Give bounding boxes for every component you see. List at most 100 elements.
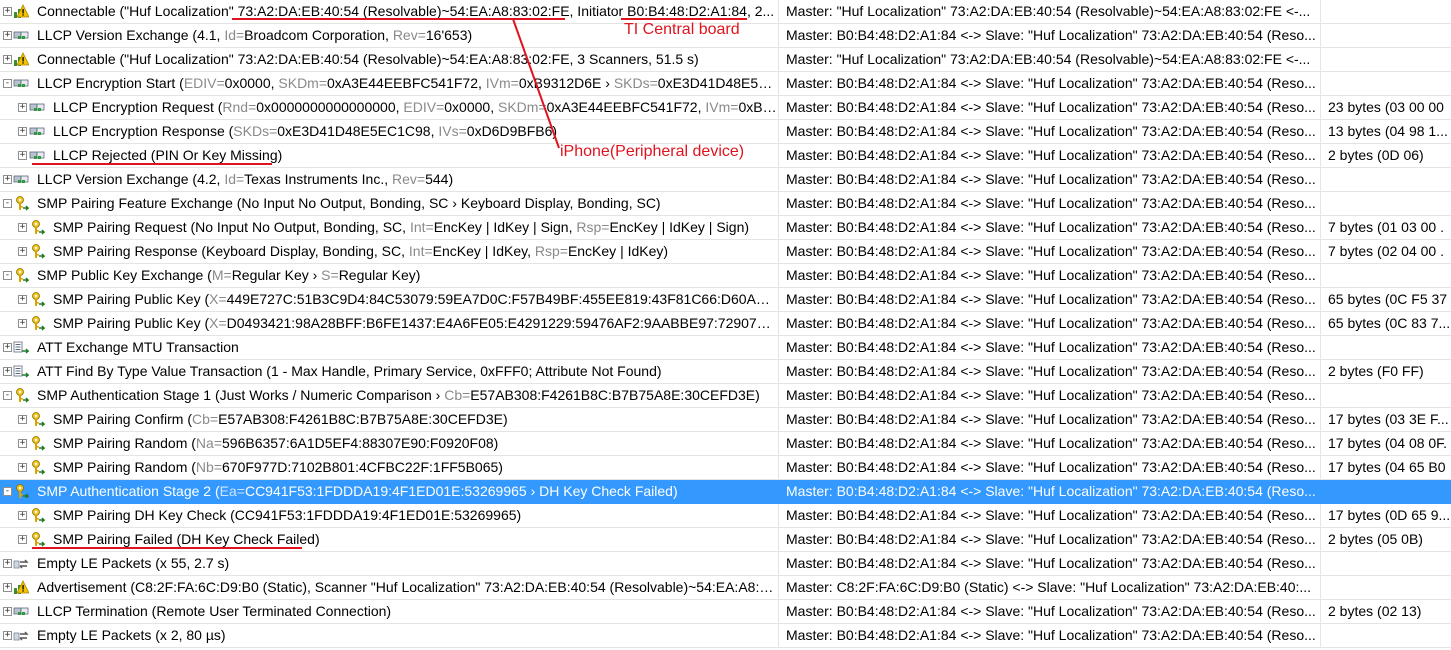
collapse-toggle-icon[interactable]: - — [3, 79, 12, 88]
field-label: Id= — [224, 171, 245, 187]
packet-row[interactable]: + Empty LE Packets (x 2, 80 µs) Master: B0… — [0, 624, 1451, 648]
packet-row[interactable]: - LLCP Encryption Start (EDIV=0x0000, SKD… — [0, 72, 1451, 96]
expand-toggle-icon[interactable]: + — [3, 55, 12, 64]
field-label: SKDm= — [278, 75, 328, 91]
field-value: 0xA3E44EEBFC541F72, — [546, 99, 706, 115]
expand-toggle-icon[interactable]: + — [18, 295, 27, 304]
packet-row[interactable]: - SMP Authentication Stage 2 (Ea=CC941F53… — [0, 480, 1451, 504]
expand-toggle-icon[interactable]: + — [18, 511, 27, 520]
expand-toggle-icon[interactable]: + — [3, 583, 12, 592]
collapse-toggle-icon[interactable]: - — [3, 391, 12, 400]
packet-row[interactable]: - SMP Pairing Feature Exchange (No Input … — [0, 192, 1451, 216]
expand-toggle-icon[interactable]: + — [18, 127, 27, 136]
collapse-toggle-icon[interactable]: - — [3, 271, 12, 280]
expand-toggle-icon[interactable]: + — [3, 631, 12, 640]
packet-row[interactable]: + SMP Pairing Public Key (X=D0493421:98A2… — [0, 312, 1451, 336]
field-label: IVm= — [485, 75, 519, 91]
expand-toggle-icon[interactable]: + — [18, 151, 27, 160]
field-label: Cb= — [444, 387, 471, 403]
summary-cell: + LLCP Encryption Response (SKDs=0xE3D41D… — [0, 120, 779, 143]
smp-key-icon — [13, 483, 30, 499]
field-value: D0493421:98A28BFF:B6FE1437:E4A6FE05:E429… — [226, 315, 777, 331]
payload-cell: 65 bytes (0C 83 7... — [1328, 315, 1451, 331]
packet-row[interactable]: + Advertisement (C8:2F:FA:6C:D9:B0 (Stati… — [0, 576, 1451, 600]
packet-row[interactable]: + SMP Pairing Failed (DH Key Check Failed… — [0, 528, 1451, 552]
packet-row[interactable]: + SMP Pairing Response (Keyboard Display,… — [0, 240, 1451, 264]
summary-cell: - SMP Authentication Stage 1 (Just Works … — [0, 384, 779, 407]
summary-text: SMP Pairing Public Key (X=449E727C:51B3C… — [53, 288, 777, 311]
smp-key-icon — [13, 195, 30, 211]
payload-cell — [1322, 384, 1451, 407]
expand-toggle-icon[interactable]: + — [18, 535, 27, 544]
expand-toggle-icon[interactable]: + — [18, 319, 27, 328]
expand-toggle-icon[interactable]: + — [18, 415, 27, 424]
expand-toggle-icon[interactable]: + — [3, 607, 12, 616]
packet-row[interactable]: + SMP Pairing Random (Na=596B6357:6A1D5EF… — [0, 432, 1451, 456]
payload-cell: 13 bytes (04 98 1... — [1328, 123, 1448, 139]
connection-cell: Master: B0:B4:48:D2:A1:84 <-> Slave: "Hu… — [780, 624, 1321, 647]
field-value: SMP Pairing Failed (DH Key Check Failed) — [53, 531, 320, 547]
connection-cell: Master: B0:B4:48:D2:A1:84 <-> Slave: "Hu… — [780, 432, 1321, 455]
expand-toggle-icon[interactable]: + — [18, 463, 27, 472]
summary-text: SMP Pairing Response (Keyboard Display, … — [53, 240, 777, 263]
summary-text: SMP Authentication Stage 2 (Ea=CC941F53:… — [37, 480, 777, 503]
summary-cell: + Connectable ("Huf Localization" 73:A2:D… — [0, 0, 779, 23]
collapse-toggle-icon[interactable]: - — [3, 199, 12, 208]
field-value: Advertisement (C8:2F:FA:6C:D9:B0 (Static… — [37, 579, 777, 595]
packet-row[interactable]: + SMP Pairing Confirm (Cb=E57AB308:F4261B… — [0, 408, 1451, 432]
packet-row[interactable]: + ATT Exchange MTU Transaction Master: B0:… — [0, 336, 1451, 360]
field-value: SMP Pairing Random ( — [53, 459, 196, 475]
llcp-link-icon — [13, 75, 29, 91]
field-value: LLCP Version Exchange (4.2, — [37, 171, 225, 187]
empty-packets-icon — [13, 627, 29, 643]
llcp-link-icon — [29, 99, 45, 115]
expand-toggle-icon[interactable]: + — [3, 367, 12, 376]
expand-toggle-icon[interactable]: + — [18, 439, 27, 448]
summary-text: SMP Authentication Stage 1 (Just Works /… — [37, 384, 777, 407]
expand-toggle-icon[interactable]: + — [3, 31, 12, 40]
field-value: SMP Authentication Stage 1 (Just Works /… — [37, 387, 445, 403]
packet-row[interactable]: + LLCP Encryption Response (SKDs=0xE3D41D… — [0, 120, 1451, 144]
summary-text: Connectable ("Huf Localization" 73:A2:DA… — [37, 48, 777, 71]
llcp-link-icon — [13, 27, 29, 43]
expand-toggle-icon[interactable]: + — [18, 223, 27, 232]
summary-text: Advertisement (C8:2F:FA:6C:D9:B0 (Static… — [37, 576, 777, 599]
expand-toggle-icon[interactable]: + — [3, 7, 12, 16]
packet-row[interactable]: + Empty LE Packets (x 55, 2.7 s) Master: B… — [0, 552, 1451, 576]
packet-row[interactable]: + LLCP Termination (Remote User Terminate… — [0, 600, 1451, 624]
field-value: EncKey | IdKey) — [567, 243, 669, 259]
collapse-toggle-icon[interactable]: - — [3, 487, 12, 496]
packet-row[interactable]: - SMP Public Key Exchange (M=Regular Key … — [0, 264, 1451, 288]
packet-row[interactable]: - SMP Authentication Stage 1 (Just Works … — [0, 384, 1451, 408]
expand-toggle-icon[interactable]: + — [3, 343, 12, 352]
summary-cell: + Empty LE Packets (x 55, 2.7 s) — [0, 552, 779, 575]
payload-cell: 65 bytes (0C F5 37 — [1328, 291, 1448, 307]
advertising-warning-icon — [13, 3, 30, 19]
peripheral-annotation: iPhone(Peripheral device) — [560, 143, 745, 160]
packet-row[interactable]: + SMP Pairing Random (Nb=670F977D:7102B80… — [0, 456, 1451, 480]
field-value: 0xE3D41D48E5EC1C98, — [277, 123, 439, 139]
field-value: 596B6357:6A1D5EF4:88307E90:F0920F08) — [222, 435, 499, 451]
packet-row[interactable]: + ATT Find By Type Value Transaction (1 -… — [0, 360, 1451, 384]
field-value: 0xE3D41D48E5E... — [657, 75, 777, 91]
summary-cell: + SMP Pairing Confirm (Cb=E57AB308:F4261B… — [0, 408, 779, 431]
packet-row[interactable]: + SMP Pairing Request (No Input No Output… — [0, 216, 1451, 240]
llcp-link-icon — [29, 147, 45, 163]
field-value: SMP Pairing Confirm ( — [53, 411, 193, 427]
packet-row[interactable]: + Connectable ("Huf Localization" 73:A2:D… — [0, 48, 1451, 72]
connection-cell: Master: B0:B4:48:D2:A1:84 <-> Slave: "Hu… — [780, 192, 1321, 215]
summary-cell: + SMP Pairing Failed (DH Key Check Failed… — [0, 528, 779, 551]
expand-toggle-icon[interactable]: + — [18, 247, 27, 256]
expand-toggle-icon[interactable]: + — [18, 103, 27, 112]
packet-row[interactable]: + SMP Pairing Public Key (X=449E727C:51B3… — [0, 288, 1451, 312]
packet-row[interactable]: + LLCP Encryption Request (Rnd=0x00000000… — [0, 96, 1451, 120]
summary-text: Connectable ("Huf Localization" 73:A2:DA… — [37, 0, 777, 23]
payload-cell — [1322, 480, 1451, 503]
expand-toggle-icon[interactable]: + — [3, 175, 12, 184]
att-transaction-icon — [13, 339, 30, 355]
connection-cell: Master: B0:B4:48:D2:A1:84 <-> Slave: "Hu… — [780, 120, 1321, 143]
summary-cell: + LLCP Termination (Remote User Terminate… — [0, 600, 779, 623]
packet-row[interactable]: + LLCP Version Exchange (4.2, Id=Texas In… — [0, 168, 1451, 192]
packet-row[interactable]: + SMP Pairing DH Key Check (CC941F53:1FDD… — [0, 504, 1451, 528]
expand-toggle-icon[interactable]: + — [3, 559, 12, 568]
